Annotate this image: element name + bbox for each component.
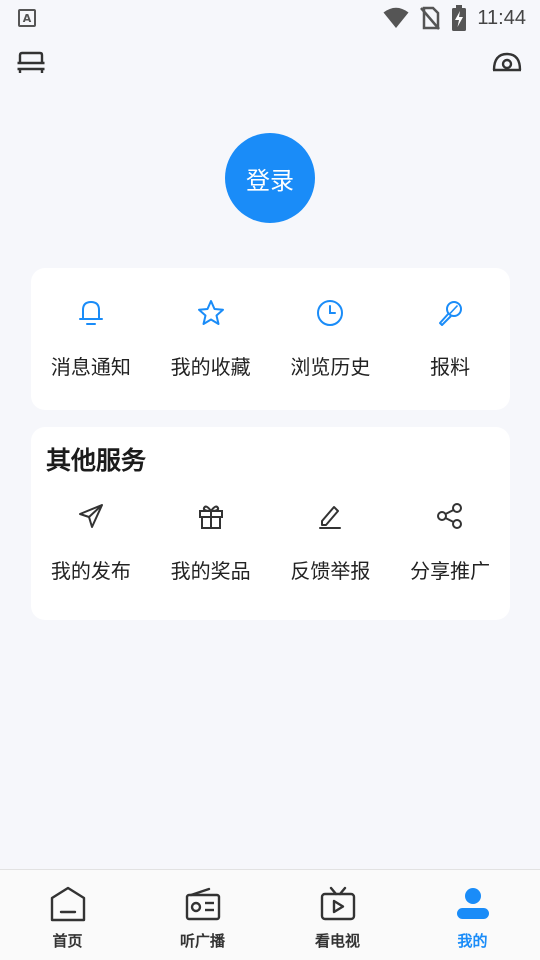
tab-label: 看电视 <box>314 932 360 950</box>
home-icon <box>48 884 88 924</box>
service-feedback[interactable]: 反馈举报 <box>271 499 391 584</box>
quick-actions-grid: 消息通知 我的收藏 浏览历史 报料 <box>31 296 510 380</box>
quick-action-notifications[interactable]: 消息通知 <box>31 296 151 380</box>
services-grid: 我的发布 我的奖品 反馈举报 分享推广 <box>31 499 510 584</box>
quick-action-history[interactable]: 浏览历史 <box>271 296 391 380</box>
service-label: 我的奖品 <box>170 559 251 583</box>
tab-radio[interactable]: 听广播 <box>135 870 270 960</box>
wifi-icon <box>383 7 409 28</box>
other-services-card: 其他服务 我的发布 我的奖品 反馈举报 分享推广 <box>31 427 510 620</box>
section-title: 其他服务 <box>46 446 147 475</box>
no-sim-icon <box>420 6 441 30</box>
status-time: 11:44 <box>477 6 526 29</box>
tab-mine[interactable]: 我的 <box>405 870 540 960</box>
quick-action-label: 报料 <box>430 355 471 379</box>
bottom-tab-bar: 首页 听广播 看电视 我的 <box>0 869 540 960</box>
tab-label: 听广播 <box>179 932 225 950</box>
tab-label: 首页 <box>52 932 83 950</box>
login-button[interactable]: 登录 <box>225 133 315 223</box>
tab-label: 我的 <box>457 932 488 950</box>
battery-charging-icon <box>452 5 467 31</box>
service-share[interactable]: 分享推广 <box>390 499 510 584</box>
share-icon <box>433 499 467 533</box>
login-area: 登录 <box>0 133 540 223</box>
quick-action-label: 我的收藏 <box>170 355 251 379</box>
cap-icon[interactable] <box>492 50 522 78</box>
microphone-icon <box>433 296 467 330</box>
tv-icon <box>318 884 358 924</box>
service-label: 分享推广 <box>410 559 491 583</box>
clock-icon <box>313 296 347 330</box>
bell-icon <box>74 296 108 330</box>
star-icon <box>194 296 228 330</box>
user-icon <box>453 884 493 924</box>
quick-action-label: 消息通知 <box>50 355 131 379</box>
edit-icon <box>313 499 347 533</box>
quick-action-favorites[interactable]: 我的收藏 <box>151 296 271 380</box>
service-label: 反馈举报 <box>290 559 371 583</box>
header <box>16 50 522 78</box>
paper-plane-icon <box>74 499 108 533</box>
bed-icon[interactable] <box>16 50 46 78</box>
quick-action-report[interactable]: 报料 <box>390 296 510 380</box>
service-my-posts[interactable]: 我的发布 <box>31 499 151 584</box>
tab-tv[interactable]: 看电视 <box>270 870 405 960</box>
app-notification-icon: A <box>18 9 36 27</box>
service-my-prizes[interactable]: 我的奖品 <box>151 499 271 584</box>
status-bar: A 11:44 <box>0 0 540 36</box>
service-label: 我的发布 <box>50 559 131 583</box>
quick-actions-card: 消息通知 我的收藏 浏览历史 报料 <box>31 268 510 410</box>
quick-action-label: 浏览历史 <box>290 355 371 379</box>
radio-icon <box>183 884 223 924</box>
tab-home[interactable]: 首页 <box>0 870 135 960</box>
gift-icon <box>194 499 228 533</box>
